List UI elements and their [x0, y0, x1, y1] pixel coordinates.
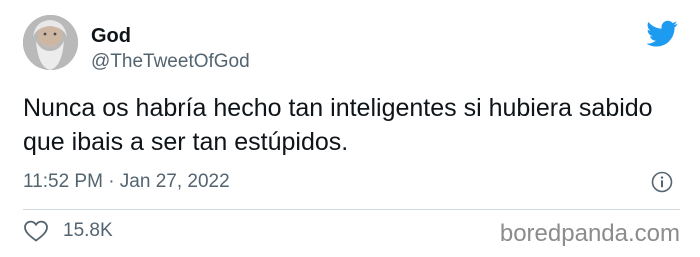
tweet-timestamp[interactable]: 11:52 PM · Jan 27, 2022: [23, 170, 230, 194]
heart-icon: [24, 220, 48, 242]
like-count: 15.8K: [63, 220, 113, 241]
display-name[interactable]: God: [91, 24, 131, 48]
twitter-bird-icon[interactable]: [646, 20, 678, 48]
watermark: boredpanda.com: [499, 220, 680, 247]
divider: [23, 209, 680, 210]
info-icon[interactable]: [651, 171, 673, 193]
tweet-text: Nunca os habría hecho tan inteligentes s…: [23, 94, 653, 156]
avatar-image: [23, 15, 78, 70]
avatar[interactable]: [23, 15, 78, 70]
like-button[interactable]: 15.8K: [23, 219, 113, 243]
user-handle[interactable]: @TheTweetOfGod: [91, 50, 250, 74]
